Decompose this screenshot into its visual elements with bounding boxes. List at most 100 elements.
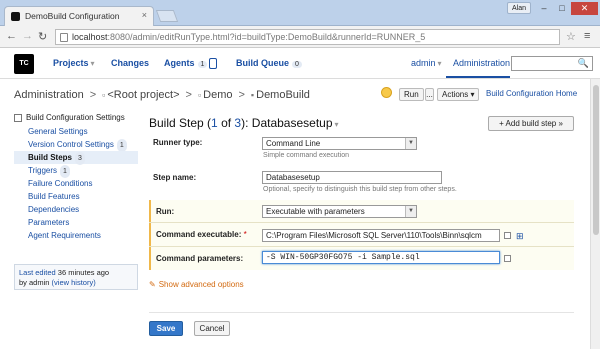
lightbulb-icon[interactable] bbox=[381, 87, 392, 98]
actions-button[interactable]: Actions ▾ bbox=[437, 88, 480, 101]
sidebar-item-general-settings[interactable]: General Settings bbox=[14, 125, 138, 138]
add-build-step-button[interactable]: + Add build step » bbox=[488, 116, 574, 131]
sidebar-item-label: Parameters bbox=[28, 218, 70, 227]
form-divider bbox=[149, 312, 574, 313]
sidebar-item-triggers[interactable]: Triggers 1 bbox=[14, 164, 138, 178]
close-window-button[interactable]: ✕ bbox=[571, 2, 598, 15]
build-config-icon: ▪ bbox=[250, 90, 255, 100]
step-dropdown-icon[interactable]: ▾ bbox=[335, 120, 339, 129]
user-dropdown-icon: ▾ bbox=[437, 59, 442, 68]
tab-favicon-icon bbox=[11, 12, 20, 21]
back-arrow-icon[interactable]: ← bbox=[6, 30, 17, 42]
minimize-button[interactable]: – bbox=[535, 2, 553, 15]
cancel-button[interactable]: Cancel bbox=[194, 321, 230, 336]
sidebar-item-build-steps[interactable]: Build Steps 3 bbox=[14, 151, 138, 165]
header-search-input[interactable]: 🔍 bbox=[511, 56, 593, 71]
row-divider bbox=[149, 222, 574, 223]
active-tab-underline bbox=[446, 76, 510, 78]
sidebar-item-label: Dependencies bbox=[28, 205, 80, 214]
tab-close-icon[interactable]: × bbox=[142, 10, 147, 20]
nav-administration[interactable]: Administration bbox=[453, 58, 510, 68]
step-number: 1 bbox=[211, 116, 218, 130]
breadcrumb-separator: > bbox=[185, 89, 192, 101]
url-text: localhost:8080/admin/editRunType.html?id… bbox=[72, 32, 425, 42]
view-history-link[interactable]: (view history) bbox=[52, 278, 96, 287]
parameter-picker-icon[interactable] bbox=[504, 255, 511, 262]
new-tab-button[interactable] bbox=[155, 10, 179, 22]
project-icon: ▫ bbox=[197, 90, 202, 100]
runner-type-value: Command Line bbox=[266, 139, 321, 148]
browser-tab[interactable]: DemoBuild Configuration × bbox=[4, 6, 154, 26]
step-name-hint: Optional, specify to distinguish this bu… bbox=[263, 186, 457, 193]
nav-agents[interactable]: Agents 1 bbox=[164, 58, 218, 70]
settings-box-icon bbox=[14, 114, 22, 122]
sidebar-item-dependencies[interactable]: Dependencies bbox=[14, 203, 138, 216]
tab-title: DemoBuild Configuration bbox=[25, 11, 120, 21]
sidebar-item-label: Agent Requirements bbox=[28, 231, 101, 240]
sidebar-item-version-control-settings[interactable]: Version Control Settings 1 bbox=[14, 138, 138, 152]
queue-count-badge: 0 bbox=[292, 61, 302, 68]
command-executable-input[interactable]: C:\Program Files\Microsoft SQL Server\11… bbox=[262, 229, 500, 242]
save-button[interactable]: Save bbox=[149, 321, 183, 336]
agents-status-icon bbox=[209, 58, 218, 70]
profile-chip[interactable]: Alan bbox=[507, 2, 531, 14]
run-button[interactable]: Run bbox=[399, 88, 424, 101]
url-path: :8080/admin/editRunType.html?id=buildTyp… bbox=[107, 32, 426, 42]
nav-changes[interactable]: Changes bbox=[111, 58, 149, 68]
scrollbar-thumb[interactable] bbox=[593, 85, 599, 235]
page-icon bbox=[60, 33, 68, 42]
last-edited-label: Last edited bbox=[19, 268, 56, 277]
forward-arrow-icon[interactable]: → bbox=[22, 30, 33, 42]
breadcrumb-separator: > bbox=[89, 89, 97, 101]
sidebar-item-label: General Settings bbox=[28, 127, 88, 136]
breadcrumb-demobuild[interactable]: DemoBuild bbox=[256, 89, 310, 101]
page-scrollbar[interactable] bbox=[590, 79, 600, 349]
breadcrumb-separator: > bbox=[238, 89, 245, 101]
user-menu[interactable]: admin ▾ bbox=[411, 58, 442, 68]
project-icon: ▫ bbox=[102, 90, 106, 100]
browser-menu-icon[interactable]: ≡ bbox=[584, 30, 590, 42]
command-executable-label-text: Command executable: bbox=[156, 230, 242, 239]
sidebar-item-label: Triggers bbox=[28, 166, 58, 175]
sidebar-item-parameters[interactable]: Parameters bbox=[14, 216, 138, 229]
breadcrumb-demo[interactable]: Demo bbox=[203, 89, 232, 101]
app-header: TC Projects ▾ Changes Agents 1 Build Queue… bbox=[0, 49, 600, 79]
projects-dropdown-icon[interactable]: ▾ bbox=[91, 59, 95, 68]
nav-projects-label: Projects bbox=[53, 58, 89, 68]
last-edited-box: Last edited 36 minutes ago by admin (vie… bbox=[14, 264, 138, 290]
teamcity-logo[interactable]: TC bbox=[11, 51, 37, 77]
show-advanced-options-link[interactable]: ✎ Show advanced options bbox=[149, 280, 244, 289]
maximize-button[interactable]: □ bbox=[553, 2, 571, 15]
nav-agents-label: Agents bbox=[164, 58, 195, 68]
parameter-picker-icon[interactable] bbox=[504, 232, 511, 239]
run-options-button[interactable]: ... bbox=[425, 88, 434, 101]
sidebar-item-build-features[interactable]: Build Features bbox=[14, 190, 138, 203]
runner-type-select[interactable]: Command Line ▼ bbox=[262, 137, 417, 150]
nav-projects[interactable]: Projects ▾ bbox=[53, 58, 95, 68]
url-host: localhost bbox=[72, 32, 108, 42]
show-advanced-label: Show advanced options bbox=[158, 280, 244, 289]
breadcrumb-root-project[interactable]: <Root project> bbox=[107, 89, 179, 101]
nav-build-queue[interactable]: Build Queue 0 bbox=[236, 58, 302, 68]
build-configuration-home-link[interactable]: Build Configuration Home bbox=[486, 89, 577, 98]
wrench-icon: ✎ bbox=[149, 280, 156, 289]
address-bar: ← → ↻ localhost:8080/admin/editRunType.h… bbox=[0, 26, 600, 48]
command-parameters-input[interactable]: -S WIN-50GP30FGO75 -i Sample.sql bbox=[262, 251, 500, 264]
sidebar-item-failure-conditions[interactable]: Failure Conditions bbox=[14, 177, 138, 190]
sidebar-item-label: Failure Conditions bbox=[28, 179, 93, 188]
required-marker: * bbox=[243, 230, 247, 239]
bookmark-star-icon[interactable]: ☆ bbox=[566, 30, 576, 43]
breadcrumb-administration[interactable]: Administration bbox=[14, 89, 84, 101]
sidebar-title-label: Build Configuration Settings bbox=[26, 113, 125, 122]
runner-type-hint: Simple command execution bbox=[263, 152, 349, 159]
reload-icon[interactable]: ↻ bbox=[38, 30, 47, 43]
url-input[interactable]: localhost:8080/admin/editRunType.html?id… bbox=[55, 29, 560, 45]
file-tree-icon[interactable]: ⊞ bbox=[516, 231, 524, 242]
chevron-down-icon: ▼ bbox=[405, 138, 416, 149]
title-suffix: ): Databasesetup bbox=[241, 116, 333, 130]
sidebar-item-agent-requirements[interactable]: Agent Requirements bbox=[14, 229, 138, 242]
run-mode-select[interactable]: Executable with parameters ▼ bbox=[262, 205, 417, 218]
browser-titlebar: DemoBuild Configuration × Alan – □ ✕ bbox=[0, 0, 600, 26]
step-name-input[interactable]: Databasesetup bbox=[262, 171, 442, 184]
agents-count-badge: 1 bbox=[197, 61, 208, 68]
